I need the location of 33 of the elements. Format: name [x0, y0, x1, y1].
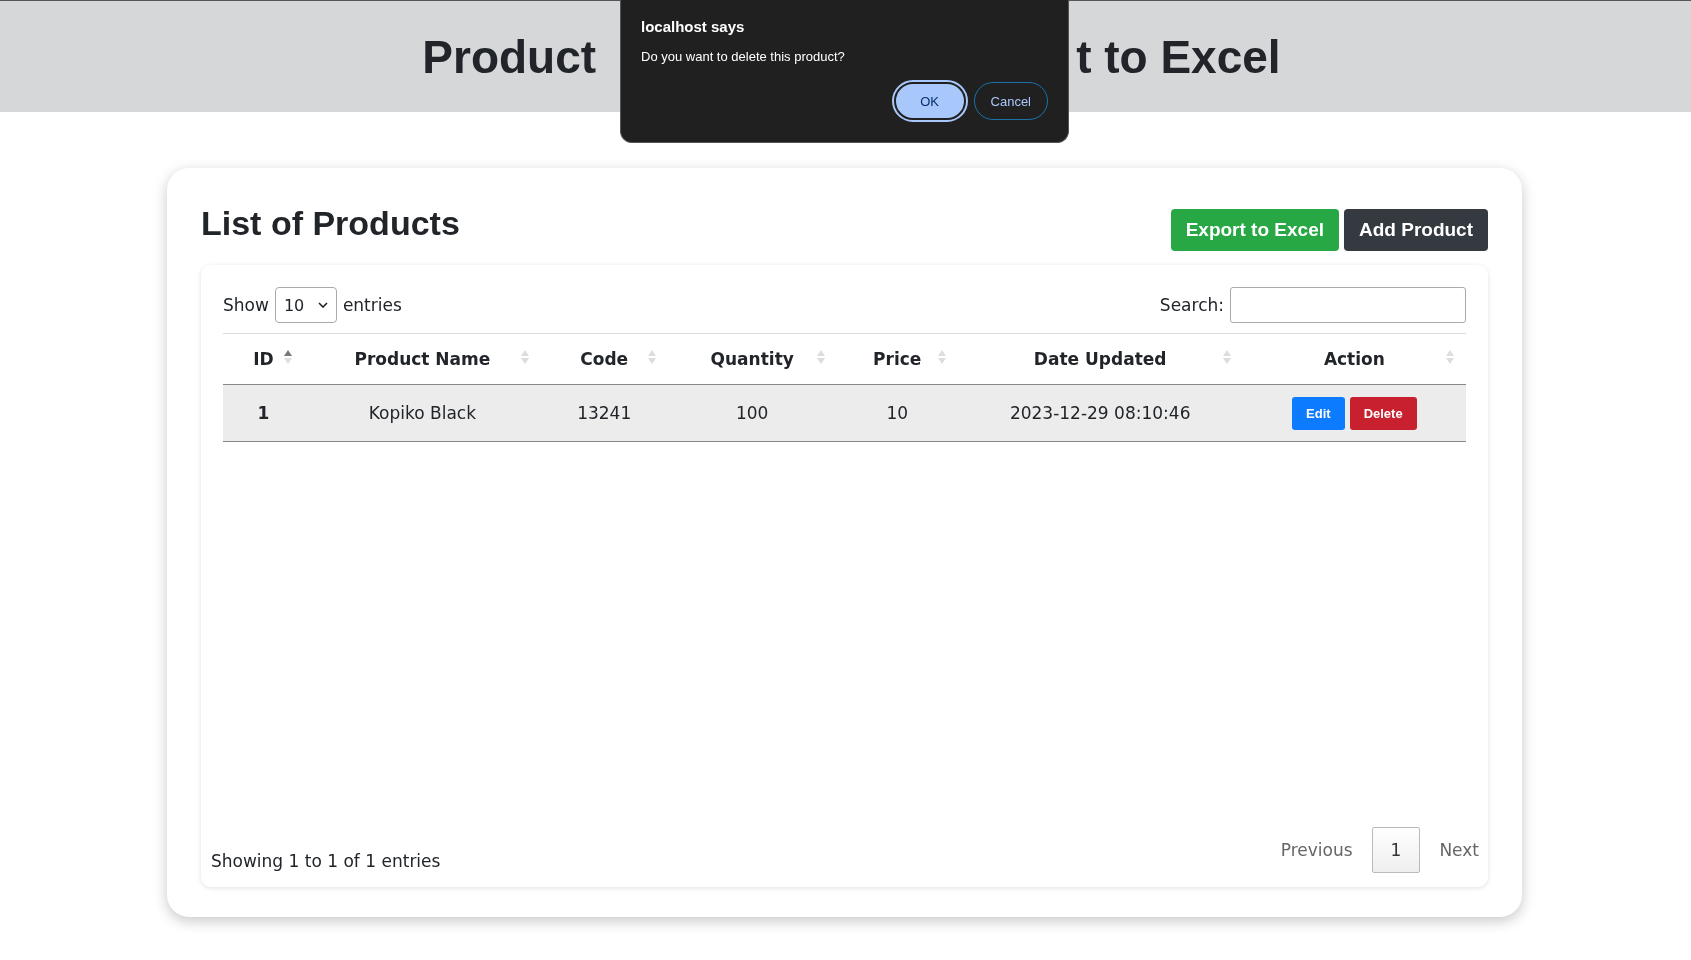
column-header[interactable]: Price — [836, 334, 958, 385]
column-header[interactable]: Action — [1242, 334, 1466, 385]
edit-button[interactable]: Edit — [1292, 396, 1345, 430]
entries-info: Showing 1 to 1 of 1 entries — [211, 851, 441, 873]
dialog-title: localhost says — [641, 18, 746, 35]
card-title: List of Products — [201, 204, 460, 243]
entries-label: entries — [342, 295, 402, 315]
column-header[interactable]: Quantity — [667, 334, 837, 385]
search-field[interactable] — [1230, 287, 1466, 323]
column-header[interactable]: Date Updated — [957, 334, 1243, 385]
next-button[interactable]: Next — [1430, 827, 1488, 873]
ok-button[interactable]: OK — [893, 82, 966, 120]
show-label: Show — [223, 295, 269, 315]
table-cell: 2023-12-29 08:10:46 — [957, 384, 1243, 442]
table-cell: 13241 — [540, 384, 668, 442]
page-title: t to Excel — [1076, 29, 1281, 84]
add-button[interactable]: Add Product — [1344, 209, 1488, 251]
previous-button[interactable]: Previous — [1271, 827, 1362, 873]
page-title: Product — [422, 29, 597, 84]
search-label: Search: — [1159, 295, 1224, 315]
page-size-select[interactable]: 10 — [274, 287, 337, 323]
table-cell: 100 — [667, 384, 837, 442]
column-header[interactable]: Product Name — [303, 334, 541, 385]
table-cell: 10 — [836, 384, 958, 442]
caret-icon — [317, 302, 328, 308]
table-cell: Kopiko Black — [303, 384, 541, 442]
page-button[interactable]: 1 — [1371, 827, 1421, 873]
delete-button[interactable]: Delete — [1349, 396, 1417, 430]
cancel-button[interactable]: Cancel — [973, 82, 1048, 120]
table-cell: 1 — [223, 384, 304, 442]
column-header[interactable]: ID — [223, 334, 304, 385]
column-header[interactable]: Code — [540, 334, 668, 385]
dialog-message: Do you want to delete this product? — [641, 49, 846, 64]
